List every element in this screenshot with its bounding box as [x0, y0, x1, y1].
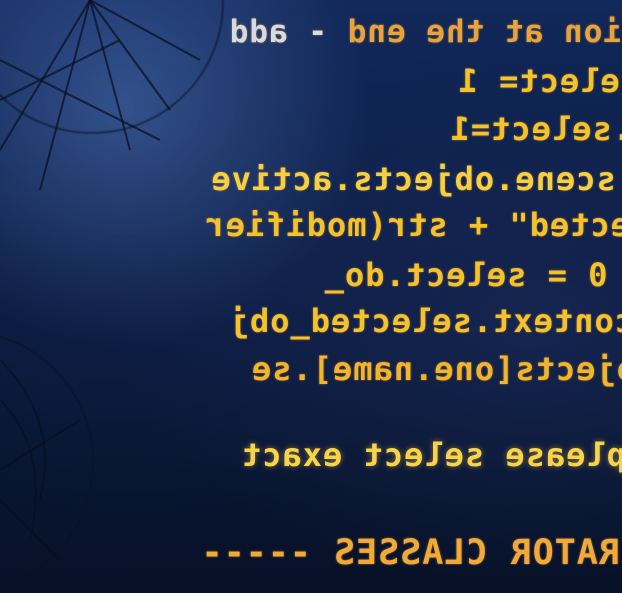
code-line-5: 0 = select.do_: [323, 256, 622, 294]
photo-scene: ion at the end - add select= 1 .select=1…: [0, 0, 622, 593]
code-line-8: please select exact: [240, 436, 622, 474]
code-line-3: .scene.objects.active: [210, 160, 622, 198]
code-line-7: ojects[one.name].se: [250, 350, 622, 388]
code-line-0: ion at the end - add: [228, 14, 622, 50]
code-line-9: ERATOR CLASSES -----: [200, 533, 622, 573]
code-line-1: select= 1: [457, 62, 622, 100]
code-line-4: ected" + str(modifier: [204, 206, 622, 244]
code-line-2: .select=1: [449, 110, 622, 148]
mirrored-code-text-area: ion at the end - add select= 1 .select=1…: [0, 0, 622, 593]
code-line-6: context.selected_obj: [228, 302, 622, 340]
